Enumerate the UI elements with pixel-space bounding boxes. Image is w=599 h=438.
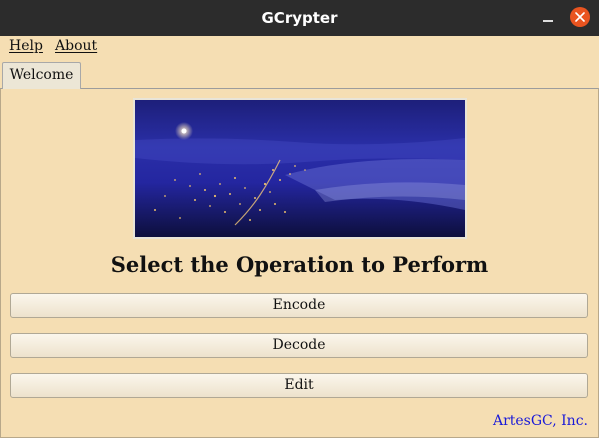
company-link[interactable]: ArtesGC, Inc. <box>493 413 588 429</box>
window-title: GCrypter <box>261 9 338 27</box>
decode-button[interactable]: Decode <box>10 333 588 358</box>
window-titlebar: GCrypter <box>0 0 599 36</box>
page-heading: Select the Operation to Perform <box>110 252 489 277</box>
menu-help[interactable]: Help <box>9 38 43 54</box>
menu-about[interactable]: About <box>55 38 97 54</box>
tab-welcome[interactable]: Welcome <box>2 62 81 89</box>
tab-bar: Welcome <box>0 60 599 89</box>
banner-image <box>133 98 467 239</box>
close-icon[interactable] <box>570 7 590 27</box>
encode-button[interactable]: Encode <box>10 293 588 318</box>
menu-bar: Help About <box>0 36 599 58</box>
minimize-icon[interactable] <box>537 7 559 29</box>
edit-button[interactable]: Edit <box>10 373 588 398</box>
